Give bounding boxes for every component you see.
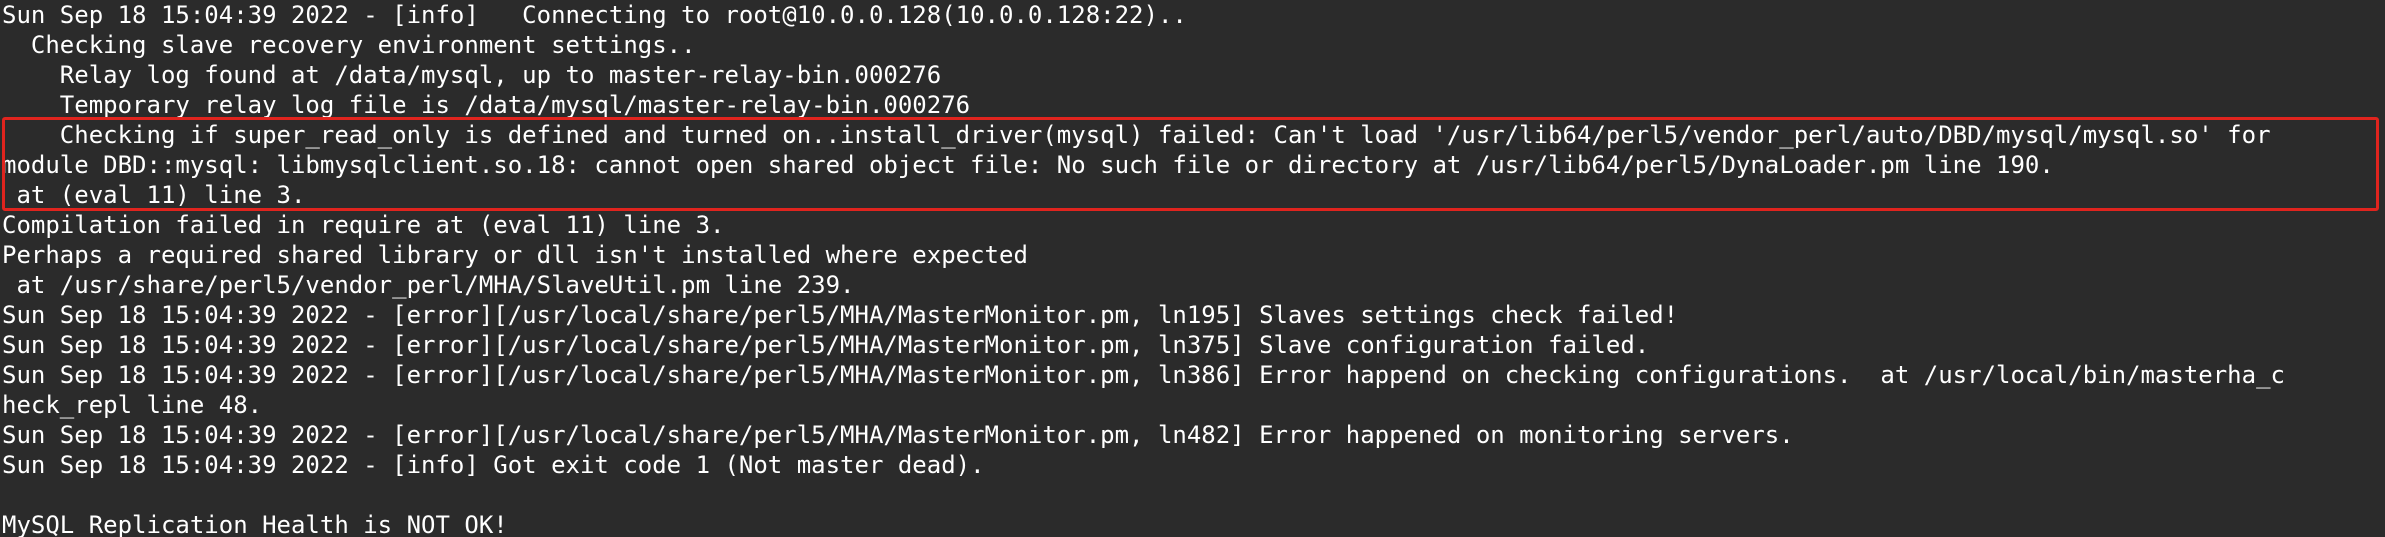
log-line-error-slaves-settings: Sun Sep 18 15:04:39 2022 - [error][/usr/… <box>2 301 1679 329</box>
log-line-relay-log-found: Relay log found at /data/mysql, up to ma… <box>2 61 942 89</box>
log-line-slaveutil: at /usr/share/perl5/vendor_perl/MHA/Slav… <box>2 271 855 299</box>
log-line-error-monitoring: Sun Sep 18 15:04:39 2022 - [error][/usr/… <box>2 421 1794 449</box>
log-line-error-slave-config: Sun Sep 18 15:04:39 2022 - [error][/usr/… <box>2 331 1650 359</box>
log-line-install-driver-failed: Checking if super_read_only is defined a… <box>2 121 2271 149</box>
log-line-health-not-ok: MySQL Replication Health is NOT OK! <box>2 511 508 537</box>
log-line-shared-library-hint: Perhaps a required shared library or dll… <box>2 241 1028 269</box>
log-line-compilation-failed: Compilation failed in require at (eval 1… <box>2 211 725 239</box>
log-line-temporary-relay-log: Temporary relay log file is /data/mysql/… <box>2 91 971 119</box>
log-line-module-dbd-mysql: module DBD::mysql: libmysqlclient.so.18:… <box>2 151 2054 179</box>
log-line-blank <box>2 480 2385 510</box>
log-line-connecting: Sun Sep 18 15:04:39 2022 - [info] Connec… <box>2 1 1187 29</box>
log-line-checking-slave-recovery: Checking slave recovery environment sett… <box>2 31 696 59</box>
terminal-output[interactable]: Sun Sep 18 15:04:39 2022 - [info] Connec… <box>0 0 2385 537</box>
log-line-error-checking-config: Sun Sep 18 15:04:39 2022 - [error][/usr/… <box>2 361 2285 389</box>
log-line-check-repl-line: heck_repl line 48. <box>2 391 263 419</box>
log-line-eval-line-3: at (eval 11) line 3. <box>2 181 306 209</box>
log-line-exit-code: Sun Sep 18 15:04:39 2022 - [info] Got ex… <box>2 451 985 479</box>
